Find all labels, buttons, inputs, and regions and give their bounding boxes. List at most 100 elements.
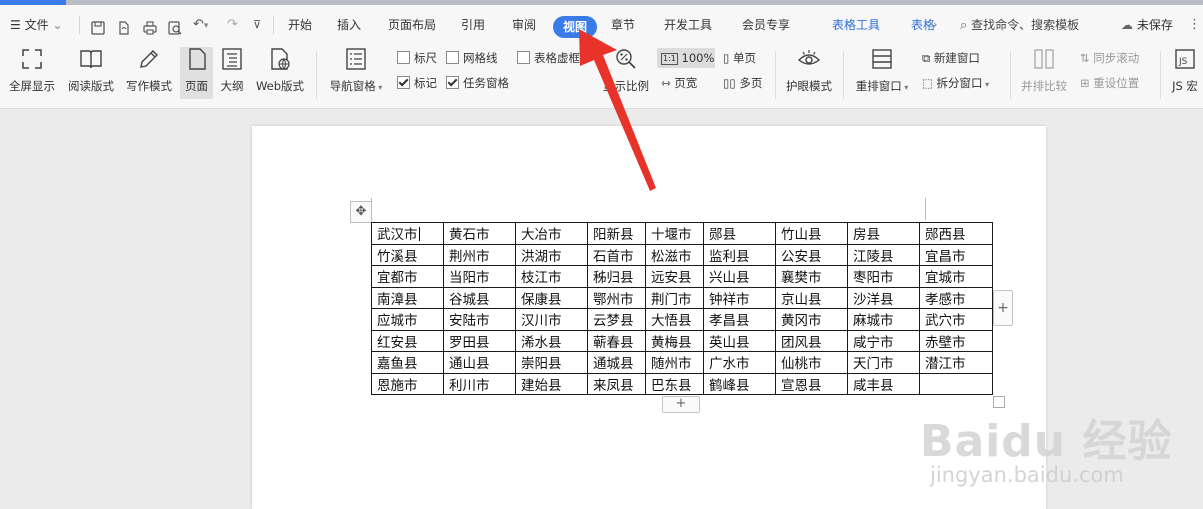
customize-toolbar-icon[interactable]: ⊽ [253, 15, 261, 35]
tab-chapter[interactable]: 章节 [611, 15, 635, 35]
single-page-button[interactable]: ▯ 单页 [723, 49, 756, 67]
table-cell[interactable]: 潜江市 [919, 351, 993, 374]
nav-pane-button[interactable]: 导航窗格 ▾ [326, 47, 386, 94]
table-cell[interactable]: 利川市 [443, 372, 516, 395]
undo-icon[interactable]: ↶▾ [193, 15, 208, 35]
table-cell[interactable]: 天门市 [847, 351, 920, 374]
command-search[interactable]: ⌕ 查找命令、搜索模板 [960, 15, 1079, 35]
table-cell[interactable]: 房县 [847, 222, 920, 245]
table-cell[interactable]: 当阳市 [443, 265, 516, 288]
table-cell[interactable]: 孝感市 [919, 286, 993, 309]
table-cell[interactable]: 宜都市 [371, 265, 444, 288]
fullscreen-button[interactable]: 全屏显示 [6, 47, 58, 94]
new-window-button[interactable]: ⧉ 新建窗口 [922, 49, 980, 67]
table-cell[interactable]: 恩施市 [371, 372, 444, 395]
table-cell[interactable]: 咸丰县 [847, 372, 920, 395]
ruler-checkbox[interactable]: 标尺 [397, 49, 437, 67]
table-cell[interactable]: 赤壁市 [919, 329, 993, 352]
table-cell[interactable]: 监利县 [703, 243, 776, 266]
table-cell[interactable]: 孝昌县 [703, 308, 776, 331]
table-cell[interactable]: 通山县 [443, 351, 516, 374]
page-width-button[interactable]: ⇿ 页宽 [661, 74, 697, 92]
multi-page-button[interactable]: ▯▯ 多页 [723, 74, 762, 92]
add-row-button[interactable]: + [662, 396, 700, 413]
table-cell[interactable]: 阳新县 [587, 222, 646, 245]
table-cell[interactable]: 洪湖市 [515, 243, 588, 266]
table-move-handle[interactable]: ✥ [350, 201, 372, 223]
markup-checkbox[interactable]: 标记 [397, 74, 437, 92]
table-cell[interactable]: 竹溪县 [371, 243, 444, 266]
reset-position-button[interactable]: ⊞ 重设位置 [1080, 74, 1139, 92]
table-cell[interactable]: 大冶市 [515, 222, 588, 245]
eye-care-button[interactable]: 护眼模式 [783, 47, 835, 94]
more-icon[interactable]: ⋮ [1188, 15, 1201, 35]
tab-review[interactable]: 审阅 [512, 15, 536, 35]
sync-scroll-button[interactable]: ⇅ 同步滚动 [1080, 49, 1139, 67]
unsaved-status[interactable]: ☁ 未保存 [1121, 15, 1173, 35]
zoom-ratio-button[interactable]: 显示比例 [600, 47, 652, 94]
table-cell[interactable]: 黄梅县 [645, 329, 704, 352]
table-cell[interactable]: 嘉鱼县 [371, 351, 444, 374]
table-cell[interactable]: 枣阳市 [847, 265, 920, 288]
table-cell[interactable]: 黄石市 [443, 222, 516, 245]
table-cell[interactable]: 广水市 [703, 351, 776, 374]
table-cell[interactable]: 谷城县 [443, 286, 516, 309]
tab-references[interactable]: 引用 [461, 15, 485, 35]
table-cell[interactable]: 崇阳县 [515, 351, 588, 374]
table-cell[interactable]: 巴东县 [645, 372, 704, 395]
table-cell[interactable]: 红安县 [371, 329, 444, 352]
table-cell[interactable]: 武汉市 [371, 222, 444, 245]
table-cell[interactable]: 鄂州市 [587, 286, 646, 309]
tab-developer[interactable]: 开发工具 [664, 15, 712, 35]
tab-insert[interactable]: 插入 [337, 15, 361, 35]
output-pdf-icon[interactable] [116, 18, 132, 38]
writing-mode-button[interactable]: 写作模式 [122, 47, 176, 94]
table-cell[interactable]: 大悟县 [645, 308, 704, 331]
table-cell[interactable]: 南漳县 [371, 286, 444, 309]
table-cell[interactable]: 松滋市 [645, 243, 704, 266]
table-cell[interactable]: 宣恩县 [775, 372, 848, 395]
table-cell[interactable] [919, 372, 993, 395]
table-cell[interactable]: 兴山县 [703, 265, 776, 288]
print-icon[interactable] [142, 18, 158, 38]
table-cell[interactable]: 罗田县 [443, 329, 516, 352]
add-column-button[interactable]: + [993, 290, 1013, 326]
table-cell[interactable]: 团风县 [775, 329, 848, 352]
table-cell[interactable]: 郧县 [703, 222, 776, 245]
table-cell[interactable]: 石首市 [587, 243, 646, 266]
table-cell[interactable]: 浠水县 [515, 329, 588, 352]
table-cell[interactable]: 咸宁市 [847, 329, 920, 352]
redo-icon[interactable]: ↷ [227, 15, 238, 35]
table-cell[interactable]: 黄冈市 [775, 308, 848, 331]
table-cell[interactable]: 襄樊市 [775, 265, 848, 288]
js-macro-button[interactable]: JS JS 宏 [1167, 47, 1203, 94]
gridlines-checkbox[interactable]: 网格线 [446, 49, 498, 67]
table-cell[interactable]: 郧西县 [919, 222, 993, 245]
table-cell[interactable]: 蕲春县 [587, 329, 646, 352]
table-cell[interactable]: 宜昌市 [919, 243, 993, 266]
table-cell[interactable]: 竹山县 [775, 222, 848, 245]
split-window-button[interactable]: ⬚ 拆分窗口 ▾ [922, 74, 989, 92]
table-cell[interactable]: 英山县 [703, 329, 776, 352]
table-cell[interactable]: 秭归县 [587, 265, 646, 288]
table-cell[interactable]: 云梦县 [587, 308, 646, 331]
table-cell[interactable]: 荆门市 [645, 286, 704, 309]
table-cell[interactable]: 京山县 [775, 286, 848, 309]
table-cell[interactable]: 荆州市 [443, 243, 516, 266]
save-icon[interactable] [90, 18, 106, 38]
table-cell[interactable]: 随州市 [645, 351, 704, 374]
table-cell[interactable]: 安陆市 [443, 308, 516, 331]
reading-mode-button[interactable]: 阅读版式 [64, 47, 118, 94]
table-cell[interactable]: 建始县 [515, 372, 588, 395]
table-cell[interactable]: 十堰市 [645, 222, 704, 245]
table-cell[interactable]: 公安县 [775, 243, 848, 266]
file-menu[interactable]: ☰ 文件 ⌄ [10, 15, 63, 35]
outline-button[interactable]: 大纲 [217, 47, 247, 94]
table-cell[interactable]: 来凤县 [587, 372, 646, 395]
table-cell[interactable]: 武穴市 [919, 308, 993, 331]
table-cell[interactable]: 沙洋县 [847, 286, 920, 309]
table-cell[interactable]: 钟祥市 [703, 286, 776, 309]
table-gridlines-checkbox[interactable]: 表格虚框 [517, 49, 601, 67]
tab-table-tools[interactable]: 表格工具 [832, 15, 880, 35]
table-cell[interactable]: 江陵县 [847, 243, 920, 266]
